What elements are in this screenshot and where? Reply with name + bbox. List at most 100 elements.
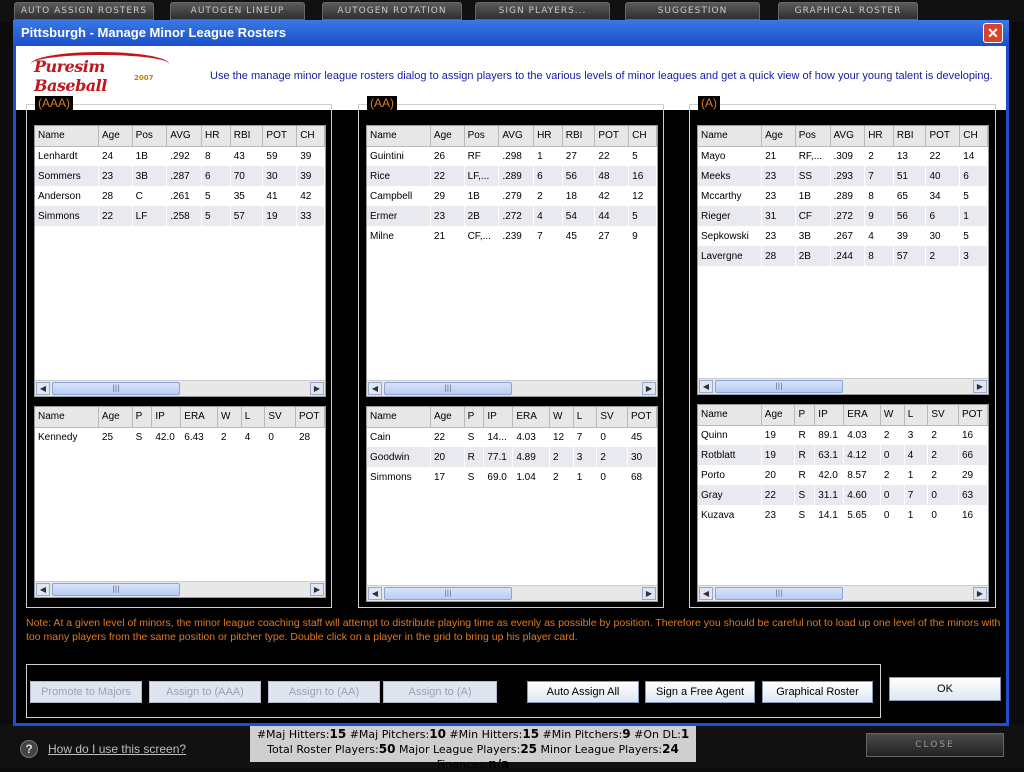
autogen-lineup-tab[interactable]: AUTOGEN LINEUP (170, 2, 305, 20)
col-header[interactable]: POT (594, 126, 630, 147)
table-row[interactable]: Kuzava 23 S 14.1 5.65 0 1 0 16 (698, 505, 988, 525)
col-header[interactable]: L (573, 407, 598, 428)
table-row[interactable]: Mccarthy 23 1B .289 8 65 34 5 (698, 186, 988, 206)
close-icon[interactable]: ✕ (983, 23, 1003, 43)
aa-pitchers-grid[interactable]: Name Age P IP ERA W L SV POT Cain 22 S 14... 4.03 12 7… (366, 406, 658, 602)
horizontal-scrollbar[interactable]: ◀ ||| ▶ (35, 581, 325, 597)
promote-to-majors-button[interactable]: Promote to Majors (30, 681, 142, 703)
scroll-right-icon[interactable]: ▶ (973, 587, 987, 600)
col-header[interactable]: ERA (180, 407, 218, 428)
col-header[interactable]: CH (959, 126, 988, 147)
horizontal-scrollbar[interactable]: ◀ ||| ▶ (35, 380, 325, 396)
table-row[interactable]: Ermer 23 2B .272 4 54 44 5 (367, 206, 657, 226)
col-header[interactable]: Age (98, 126, 133, 147)
horizontal-scrollbar[interactable]: ◀ ||| ▶ (367, 380, 657, 396)
ok-button[interactable]: OK (889, 677, 1001, 701)
table-row[interactable]: Rieger 31 CF .272 9 56 6 1 (698, 206, 988, 226)
table-row[interactable]: Sepkowski 23 3B .267 4 39 30 5 (698, 226, 988, 246)
table-row[interactable]: Gray 22 S 31.1 4.60 0 7 0 63 (698, 485, 988, 505)
col-header[interactable]: RBI (893, 126, 927, 147)
col-header[interactable]: RBI (230, 126, 264, 147)
col-header[interactable]: Name (367, 126, 431, 147)
col-header[interactable]: Name (35, 407, 99, 428)
col-header[interactable]: W (880, 405, 905, 426)
col-header[interactable]: IP (814, 405, 845, 426)
col-header[interactable]: Age (761, 126, 796, 147)
col-header[interactable]: SV (264, 407, 296, 428)
table-row[interactable]: Meeks 23 SS .293 7 51 40 6 (698, 166, 988, 186)
col-header[interactable]: Age (98, 407, 133, 428)
col-header[interactable]: POT (958, 405, 988, 426)
a-pitchers-grid[interactable]: Name Age P IP ERA W L SV POT Quinn 19 R 89.1 4.03 2 3 2… (697, 404, 989, 602)
table-row[interactable]: Rotblatt 19 R 63.1 4.12 0 4 2 66 (698, 445, 988, 465)
col-header[interactable]: HR (533, 126, 563, 147)
table-row[interactable]: Anderson 28 C .261 5 35 41 42 (35, 186, 325, 206)
col-header[interactable]: Pos (795, 126, 831, 147)
table-row[interactable]: Guintini 26 RF .298 1 27 22 5 (367, 146, 657, 166)
table-row[interactable]: Sommers 23 3B .287 6 70 30 39 (35, 166, 325, 186)
col-header[interactable]: POT (295, 407, 325, 428)
col-header[interactable]: L (241, 407, 266, 428)
auto-assign-all-button[interactable]: Auto Assign All (527, 681, 639, 703)
col-header[interactable]: SV (596, 407, 628, 428)
col-header[interactable]: POT (627, 407, 657, 428)
col-header[interactable]: HR (201, 126, 231, 147)
table-row[interactable]: Porto 20 R 42.0 8.57 2 1 2 29 (698, 465, 988, 485)
col-header[interactable]: CH (296, 126, 325, 147)
col-header[interactable]: Name (698, 405, 762, 426)
table-row[interactable]: Simmons 22 LF .258 5 57 19 33 (35, 206, 325, 226)
table-row[interactable]: Kennedy 25 S 42.0 6.43 2 4 0 28 (35, 427, 325, 447)
col-header[interactable]: ERA (843, 405, 881, 426)
scroll-right-icon[interactable]: ▶ (642, 382, 656, 395)
col-header[interactable]: Name (367, 407, 431, 428)
autogen-rotation-tab[interactable]: AUTOGEN ROTATION (322, 2, 462, 20)
col-header[interactable]: RBI (562, 126, 596, 147)
scroll-left-icon[interactable]: ◀ (699, 380, 713, 393)
table-row[interactable]: Quinn 19 R 89.1 4.03 2 3 2 16 (698, 425, 988, 445)
table-row[interactable]: Simmons 17 S 69.0 1.04 2 1 0 68 (367, 467, 657, 487)
aaa-pitchers-grid[interactable]: Name Age P IP ERA W L SV POT Kennedy 25 S 42.0 6.43 2… (34, 406, 326, 598)
help-link-text[interactable]: How do I use this screen? (48, 742, 186, 756)
sign-players-tab[interactable]: SIGN PLAYERS... (475, 2, 610, 20)
col-header[interactable]: SV (927, 405, 959, 426)
scroll-left-icon[interactable]: ◀ (368, 382, 382, 395)
col-header[interactable]: CH (628, 126, 657, 147)
col-header[interactable]: P (794, 405, 816, 426)
help-link[interactable]: ? How do I use this screen? (20, 740, 186, 758)
scroll-right-icon[interactable]: ▶ (310, 583, 324, 596)
sign-free-agent-button[interactable]: Sign a Free Agent (645, 681, 755, 703)
suggestion-tab[interactable]: SUGGESTION (625, 2, 760, 20)
scroll-right-icon[interactable]: ▶ (310, 382, 324, 395)
scroll-thumb[interactable]: ||| (52, 382, 180, 395)
scroll-right-icon[interactable]: ▶ (973, 380, 987, 393)
table-row[interactable]: Lavergne 28 2B .244 8 57 2 3 (698, 246, 988, 266)
col-header[interactable]: Name (698, 126, 763, 147)
scroll-left-icon[interactable]: ◀ (368, 587, 382, 600)
table-row[interactable]: Lenhardt 24 1B .292 8 43 59 39 (35, 146, 325, 166)
help-icon[interactable]: ? (20, 740, 38, 758)
col-header[interactable]: IP (151, 407, 182, 428)
scroll-thumb[interactable]: ||| (52, 583, 180, 596)
scroll-left-icon[interactable]: ◀ (699, 587, 713, 600)
scroll-thumb[interactable]: ||| (384, 587, 512, 600)
table-row[interactable]: Mayo 21 RF,... .309 2 13 22 14 (698, 146, 988, 166)
assign-aa-button[interactable]: Assign to (AA) (268, 681, 380, 703)
scroll-thumb[interactable]: ||| (715, 380, 843, 393)
graphical-roster-button[interactable]: Graphical Roster (762, 681, 873, 703)
a-hitters-grid[interactable]: Name Age Pos AVG HR RBI POT CH Mayo 21 RF,... .309… (697, 125, 989, 395)
col-header[interactable]: L (904, 405, 929, 426)
scroll-left-icon[interactable]: ◀ (36, 583, 50, 596)
horizontal-scrollbar[interactable]: ◀ ||| ▶ (698, 378, 988, 394)
col-header[interactable]: W (549, 407, 574, 428)
horizontal-scrollbar[interactable]: ◀ ||| ▶ (367, 585, 657, 601)
col-header[interactable]: AVG (166, 126, 203, 147)
aaa-hitters-grid[interactable]: Name Age Pos AVG HR RBI POT CH Lenhardt 24 1B .292… (34, 125, 326, 397)
col-header[interactable]: POT (262, 126, 298, 147)
col-header[interactable]: HR (864, 126, 894, 147)
col-header[interactable]: AVG (830, 126, 866, 147)
aa-hitters-grid[interactable]: Name Age Pos AVG HR RBI POT CH Guintini 26 RF .298… (366, 125, 658, 397)
table-row[interactable]: Rice 22 LF,... .289 6 56 48 16 (367, 166, 657, 186)
table-row[interactable]: Cain 22 S 14... 4.03 12 7 0 45 (367, 427, 657, 447)
scroll-left-icon[interactable]: ◀ (36, 382, 50, 395)
col-header[interactable]: Age (430, 407, 465, 428)
